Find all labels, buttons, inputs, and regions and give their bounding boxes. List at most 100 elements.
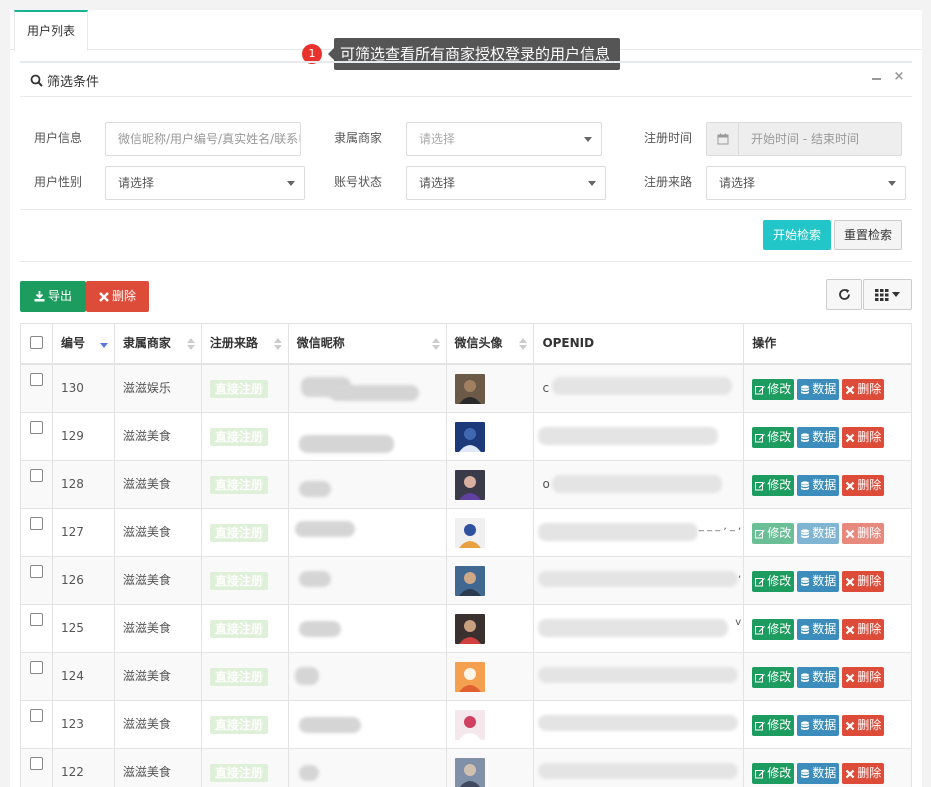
cell-nickname [289, 557, 447, 604]
user-avatar[interactable] [454, 518, 485, 548]
col-header-source[interactable]: 注册来路 [202, 324, 289, 363]
reg-time-range-input[interactable]: 开始时间 - 结束时间 [706, 122, 902, 156]
database-icon [801, 528, 810, 538]
data-button[interactable]: 数据 [797, 667, 840, 688]
data-button[interactable]: 数据 [797, 763, 840, 784]
row-checkbox[interactable] [30, 469, 43, 482]
user-avatar[interactable] [454, 710, 485, 740]
data-button[interactable]: 数据 [797, 427, 840, 448]
edit-icon [755, 625, 765, 634]
row-actions: 修改 数据 删除 [752, 571, 885, 592]
cell-actions: 修改 数据 删除 [744, 749, 912, 787]
edit-button-label: 修改 [767, 382, 792, 396]
delete-button[interactable]: 删除 [842, 619, 885, 640]
select-all-checkbox[interactable] [30, 336, 43, 349]
row-checkbox[interactable] [30, 421, 43, 434]
columns-toggle-button[interactable] [863, 279, 912, 310]
user-avatar[interactable] [454, 470, 485, 500]
user-avatar[interactable] [454, 566, 485, 596]
table-row: 129 滋滋美食 直接注册 修改 数据 删除 [21, 413, 912, 461]
cell-avatar [447, 749, 535, 787]
data-button[interactable]: 数据 [797, 619, 840, 640]
tab-user-list[interactable]: 用户列表 [14, 10, 88, 51]
col-header-nickname[interactable]: 微信昵称 [289, 324, 447, 363]
edit-button[interactable]: 修改 [752, 379, 795, 400]
col-header-openid: OPENID [534, 324, 745, 363]
sort-desc-icon [99, 338, 108, 352]
data-button[interactable]: 数据 [797, 715, 840, 736]
delete-button[interactable]: 删除 [842, 427, 885, 448]
merchant-select[interactable]: 请选择 [406, 122, 602, 156]
row-checkbox[interactable] [30, 613, 43, 626]
row-checkbox[interactable] [30, 373, 43, 386]
collapse-icon[interactable] [870, 71, 884, 85]
row-actions: 修改 数据 删除 [752, 667, 885, 688]
edit-icon [755, 481, 765, 490]
data-button[interactable]: 数据 [797, 523, 840, 544]
user-avatar[interactable] [454, 422, 485, 452]
user-avatar[interactable] [454, 662, 485, 692]
database-icon [801, 624, 810, 634]
col-header-merchant[interactable]: 隶属商家 [115, 324, 202, 363]
row-checkbox[interactable] [30, 517, 43, 530]
chevron-down-icon [892, 292, 900, 297]
user-info-input[interactable]: 微信昵称/用户编号/真实姓名/联系电话 [105, 122, 301, 156]
delete-button[interactable]: 删除 [842, 379, 885, 400]
sort-icon [431, 338, 440, 352]
database-icon [801, 480, 810, 490]
delete-button-label: 删除 [857, 622, 882, 636]
edit-button[interactable]: 修改 [752, 571, 795, 592]
edit-button[interactable]: 修改 [752, 619, 795, 640]
row-checkbox[interactable] [30, 565, 43, 578]
row-checkbox[interactable] [30, 709, 43, 722]
refresh-icon [838, 288, 850, 300]
export-button[interactable]: 导出 [20, 281, 86, 312]
calendar-icon [707, 123, 739, 155]
gender-select[interactable]: 请选择 [105, 166, 305, 200]
delete-button-label: 删除 [857, 526, 882, 540]
row-checkbox[interactable] [30, 757, 43, 770]
batch-delete-button[interactable]: 删除 [86, 281, 149, 312]
cell-source: 直接注册 [202, 749, 289, 787]
delete-button[interactable]: 删除 [842, 763, 885, 784]
cell-openid [534, 413, 745, 460]
refresh-button[interactable] [826, 279, 862, 310]
delete-button[interactable]: 删除 [842, 715, 885, 736]
data-button[interactable]: 数据 [797, 475, 840, 496]
edit-button[interactable]: 修改 [752, 715, 795, 736]
source-select[interactable]: 请选择 [706, 166, 906, 200]
delete-button[interactable]: 删除 [842, 571, 885, 592]
delete-button[interactable]: 删除 [842, 667, 885, 688]
source-badge: 直接注册 [209, 763, 268, 782]
redacted-nickname [298, 621, 341, 637]
delete-button[interactable]: 删除 [842, 523, 885, 544]
delete-button[interactable]: 删除 [842, 475, 885, 496]
col-header-id[interactable]: 编号 [53, 324, 115, 363]
search-button[interactable]: 开始检索 [763, 220, 831, 250]
row-actions: 修改 数据 删除 [752, 379, 885, 400]
cell-nickname [289, 365, 447, 412]
close-icon [845, 721, 855, 730]
edit-button[interactable]: 修改 [752, 475, 795, 496]
table-row: 130 滋滋娱乐 直接注册 c 修改 数据 删除 [21, 365, 912, 413]
col-header-avatar[interactable]: 微信头像 [447, 324, 535, 363]
edit-button[interactable]: 修改 [752, 763, 795, 784]
close-icon[interactable]: × [892, 70, 906, 84]
redacted-openid [538, 427, 719, 445]
data-button-label: 数据 [812, 382, 837, 396]
user-avatar[interactable] [454, 374, 485, 404]
edit-button[interactable]: 修改 [752, 523, 795, 544]
edit-button[interactable]: 修改 [752, 427, 795, 448]
data-button[interactable]: 数据 [797, 571, 840, 592]
close-icon [845, 673, 855, 682]
status-select[interactable]: 请选择 [406, 166, 606, 200]
cell-openid [534, 701, 745, 748]
source-badge: 直接注册 [209, 427, 268, 446]
row-checkbox[interactable] [30, 661, 43, 674]
data-button[interactable]: 数据 [797, 379, 840, 400]
reset-button[interactable]: 重置检索 [834, 220, 902, 250]
redacted-nickname [328, 385, 419, 401]
user-avatar[interactable] [454, 614, 485, 644]
edit-button[interactable]: 修改 [752, 667, 795, 688]
user-avatar[interactable] [454, 758, 485, 787]
